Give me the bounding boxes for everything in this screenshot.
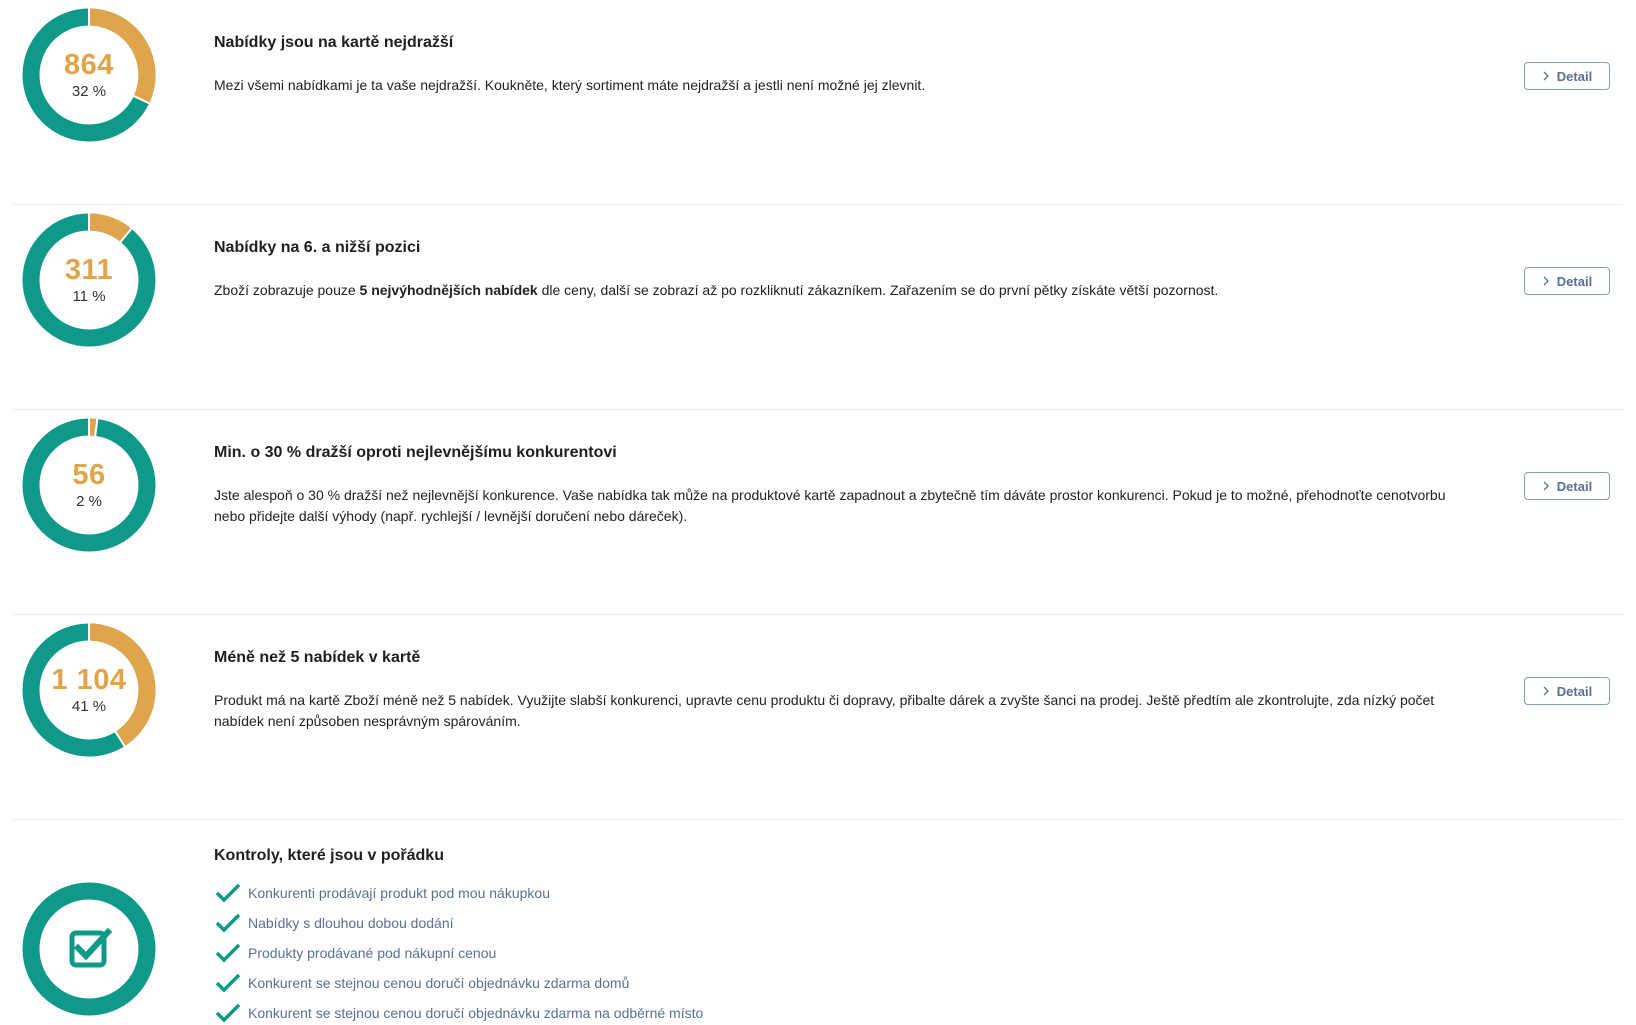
detail-button-label: Detail xyxy=(1556,273,1593,289)
donut-percent: 11 % xyxy=(72,287,106,305)
checks-page: 864 32 % Nabídky jsou na kartě nejdražší… xyxy=(0,0,1636,1025)
check-title: Méně než 5 nabídek v kartě xyxy=(214,649,421,666)
donut-percent: 32 % xyxy=(71,82,107,100)
desc-bold: 5 nejvýhodnějších nabídek xyxy=(359,282,538,298)
chevron-right-icon xyxy=(1543,686,1549,696)
ok-check-item: Konkurenti prodávají produkt pod mou nák… xyxy=(214,878,703,908)
desc-text: Produkt má na kartě Zboží méně než 5 nab… xyxy=(214,692,1435,729)
chevron-right-icon xyxy=(1543,481,1549,491)
ok-checks-section: Kontroly, které jsou v pořádku Konkurent… xyxy=(13,820,1623,1024)
donut-value: 1 104 xyxy=(51,663,127,696)
donut-chart: 56 2 % xyxy=(22,418,156,552)
donut-chart: 864 32 % xyxy=(22,8,156,142)
detail-button[interactable]: Detail xyxy=(1524,267,1610,295)
ok-check-item: Produkty prodávané pod nákupní cenou xyxy=(214,938,703,968)
ok-check-label: Nabídky s dlouhou dobou dodání xyxy=(248,915,454,931)
check-row: 1 104 41 % Méně než 5 nabídek v kartě Pr… xyxy=(13,615,1623,820)
donut-chart: 311 11 % xyxy=(22,213,156,347)
donut-percent: 41 % xyxy=(71,697,107,715)
check-description: Zboží zobrazuje pouze 5 nejvýhodnějších … xyxy=(214,280,1454,301)
check-title: Nabídky jsou na kartě nejdražší xyxy=(214,34,454,51)
donut-percent: 2 % xyxy=(76,492,102,510)
chevron-right-icon xyxy=(1543,276,1549,286)
check-title: Min. o 30 % dražší oproti nejlevnějšímu … xyxy=(214,444,617,461)
donut-value: 864 xyxy=(64,48,114,81)
desc-text-after: dle ceny, další se zobrazí až po rozklik… xyxy=(537,282,1219,298)
check-description: Mezi všemi nabídkami je ta vaše nejdražš… xyxy=(214,75,1454,96)
ok-check-label: Konkurent se stejnou cenou doručí objedn… xyxy=(248,975,630,991)
ok-check-item: Konkurent se stejnou cenou doručí objedn… xyxy=(214,998,703,1025)
ok-section-title: Kontroly, které jsou v pořádku xyxy=(214,847,444,864)
ok-check-item: Konkurent se stejnou cenou doručí objedn… xyxy=(214,968,703,998)
check-description: Jste alespoň o 30 % dražší než nejlevněj… xyxy=(214,485,1454,527)
check-title: Nabídky na 6. a nižší pozici xyxy=(214,239,421,256)
donut-chart: 1 104 41 % xyxy=(22,623,156,757)
check-icon xyxy=(215,913,241,933)
ok-check-list: Konkurenti prodávají produkt pod mou nák… xyxy=(214,878,703,1025)
detail-button-label: Detail xyxy=(1556,478,1593,494)
check-row: 864 32 % Nabídky jsou na kartě nejdražší… xyxy=(13,0,1623,205)
check-icon xyxy=(215,883,241,903)
detail-button-label: Detail xyxy=(1556,68,1593,84)
desc-text: Jste alespoň o 30 % dražší než nejlevněj… xyxy=(214,487,1446,524)
ok-check-label: Konkurenti prodávají produkt pod mou nák… xyxy=(248,885,550,901)
detail-button[interactable]: Detail xyxy=(1524,677,1610,705)
check-icon xyxy=(215,1003,241,1023)
detail-button[interactable]: Detail xyxy=(1524,472,1610,500)
ok-check-label: Produkty prodávané pod nákupní cenou xyxy=(248,945,497,961)
donut-value: 311 xyxy=(64,253,114,286)
check-row: 56 2 % Min. o 30 % dražší oproti nejlevn… xyxy=(13,410,1623,615)
check-description: Produkt má na kartě Zboží méně než 5 nab… xyxy=(214,690,1454,732)
ok-check-label: Konkurent se stejnou cenou doručí objedn… xyxy=(248,1005,704,1021)
desc-text: Zboží zobrazuje pouze xyxy=(214,282,360,298)
ok-check-item: Nabídky s dlouhou dobou dodání xyxy=(214,908,703,938)
ok-donut xyxy=(22,882,156,1016)
check-icon xyxy=(215,973,241,993)
checkbox-checked-icon xyxy=(69,927,113,968)
detail-button[interactable]: Detail xyxy=(1524,62,1610,90)
check-icon xyxy=(215,943,241,963)
donut-value: 56 xyxy=(72,458,106,491)
ok-ring xyxy=(22,882,156,1016)
detail-button-label: Detail xyxy=(1556,683,1593,699)
check-row: 311 11 % Nabídky na 6. a nižší pozici Zb… xyxy=(13,205,1623,410)
desc-text: Mezi všemi nabídkami je ta vaše nejdražš… xyxy=(214,77,926,93)
chevron-right-icon xyxy=(1543,71,1549,81)
